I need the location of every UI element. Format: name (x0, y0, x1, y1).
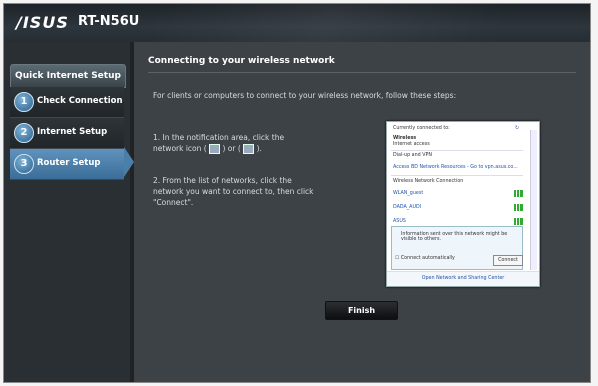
network-item[interactable]: ASUS (393, 219, 406, 224)
current-network-name: Wireless (393, 136, 417, 141)
sidebar-item-internet-setup[interactable]: 2 Internet Setup (10, 118, 124, 149)
main-content: Connecting to your wireless network For … (134, 42, 590, 382)
sidebar-item-check-connection[interactable]: 1 Check Connection (10, 87, 124, 118)
scrollbar[interactable] (530, 130, 537, 270)
step-2-text: 2. From the list of networks, click the … (153, 176, 314, 207)
step-1-line-2a: network icon ( (153, 144, 207, 153)
router-window: /ISUS RT-N56U Quick Internet Setup 1 Che… (4, 4, 590, 382)
sidebar: Quick Internet Setup 1 Check Connection … (4, 42, 130, 382)
security-warning: Information sent over this network might… (401, 232, 508, 242)
header-decoration (154, 4, 590, 42)
header-bar: /ISUS RT-N56U (4, 4, 590, 42)
active-arrow-icon (124, 147, 134, 177)
finish-button[interactable]: Finish (325, 301, 398, 320)
dialup-header: Dial-up and VPN (393, 153, 432, 158)
asus-logo: /ISUS (16, 13, 69, 32)
step-1-line-2b: ) or ( (222, 144, 241, 153)
step-1-text: 1. In the notification area, click the n… (153, 132, 323, 154)
signal-icon (514, 204, 523, 211)
network-sharing-link[interactable]: Open Network and Sharing Center (387, 271, 539, 286)
step-1-icon: 1 (14, 92, 34, 112)
network-icon (209, 144, 221, 154)
sidebar-item-router-setup[interactable]: 3 Router Setup (10, 149, 124, 180)
network-icon-alt (243, 144, 255, 154)
refresh-icon: ↻ (515, 126, 520, 131)
sidebar-item-label: Check Connection (37, 96, 123, 106)
current-network-status: Internet access (393, 142, 430, 147)
sidebar-item-label: Router Setup (37, 158, 101, 168)
network-list-screenshot: Currently connected to: ↻ Wireless Inter… (386, 121, 540, 287)
step-1-line-2c: ). (256, 144, 262, 153)
step-2-icon: 2 (14, 123, 34, 143)
connect-button[interactable]: Connect (493, 255, 523, 266)
title-divider (148, 72, 576, 73)
step-1-line-1: 1. In the notification area, click the (153, 133, 285, 142)
auto-connect-checkbox[interactable]: ☐ Connect automatically (395, 256, 455, 261)
connected-to-label: Currently connected to: (393, 126, 450, 131)
intro-text: For clients or computers to connect to y… (153, 91, 457, 100)
network-item[interactable]: WLAN_guest (393, 191, 423, 196)
vpn-item[interactable]: Access BD Network Resources - Go to vpn.… (393, 165, 518, 170)
auto-connect-label: Connect automatically (400, 256, 455, 261)
page-title: Connecting to your wireless network (148, 56, 335, 66)
network-item[interactable]: DADA_AUDI (393, 205, 421, 210)
signal-icon (514, 190, 523, 197)
sidebar-title: Quick Internet Setup (10, 64, 126, 88)
step-3-icon: 3 (14, 154, 34, 174)
signal-icon (514, 218, 523, 225)
sidebar-item-label: Internet Setup (37, 127, 108, 137)
model-name: RT-N56U (78, 14, 140, 29)
wireless-header: Wireless Network Connection (393, 179, 464, 184)
